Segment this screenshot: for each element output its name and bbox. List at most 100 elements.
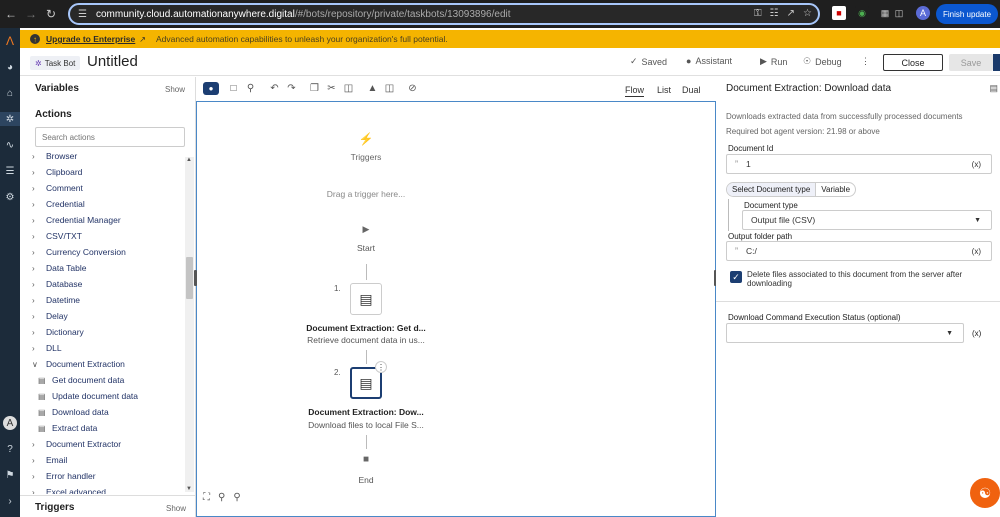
action-category[interactable]: › Credential Manager	[32, 213, 121, 227]
debug-button[interactable]: ☉ Debug	[803, 56, 842, 67]
scroll-down-icon[interactable]: ▼	[186, 486, 192, 492]
insert-variable-icon[interactable]: (x)	[972, 247, 981, 256]
sidebar-icon[interactable]: ◫	[892, 6, 906, 20]
address-bar[interactable]: ☰ community.cloud.automationanywhere.dig…	[68, 3, 820, 25]
triggers-show-link[interactable]: Show	[166, 504, 186, 513]
upgrade-link[interactable]: Upgrade to Enterprise	[46, 34, 135, 44]
automation-icon[interactable]: ✲	[0, 112, 20, 126]
action-sub-item[interactable]: ▤ Extract data	[38, 421, 97, 435]
action-category[interactable]: › Credential	[32, 197, 85, 211]
explore-icon[interactable]: ◕	[3, 60, 17, 74]
action-category[interactable]: › Email	[32, 453, 67, 467]
get-document-data-node[interactable]: ▤	[350, 283, 382, 315]
action-category[interactable]: › Data Table	[32, 261, 86, 275]
translate-icon[interactable]: ☷	[770, 8, 779, 19]
tab-dual[interactable]: Dual	[682, 85, 701, 95]
search-icon[interactable]: ⚲	[244, 82, 257, 95]
password-key-icon[interactable]: ⚿	[754, 8, 762, 19]
record-icon[interactable]: ●	[203, 82, 219, 95]
node-menu-icon[interactable]: ⋮	[375, 361, 387, 373]
zoom-out-icon[interactable]: ⚲	[233, 492, 240, 503]
action-category[interactable]: › DLL	[32, 341, 62, 355]
paste-icon[interactable]: ◫	[342, 82, 355, 95]
search-actions-input[interactable]	[35, 127, 185, 147]
manage-icon[interactable]: ☰	[3, 164, 17, 178]
save-button[interactable]: Save	[949, 54, 993, 71]
fit-screen-icon[interactable]: ⛶	[203, 492, 210, 503]
document-type-select[interactable]: Output file (CSV) ▼	[742, 210, 992, 230]
extensions-puzzle-icon[interactable]: ▦	[878, 6, 892, 20]
document-id-field[interactable]: ” 1 (x)	[726, 154, 992, 174]
finish-update-button[interactable]: Finish update	[936, 4, 998, 24]
bot-assistant-fab-icon[interactable]: ☯	[970, 478, 1000, 508]
action-category[interactable]: › Error handler	[32, 469, 96, 483]
save-dropdown-button[interactable]	[993, 54, 1000, 71]
extension-icon[interactable]: ■	[832, 6, 846, 20]
action-category[interactable]: › Dictionary	[32, 325, 84, 339]
left-splitter-handle[interactable]	[194, 270, 197, 286]
action-category[interactable]: › Document Extractor	[32, 437, 121, 451]
assistant-button[interactable]: ● Assistant	[686, 56, 732, 66]
delete-files-checkbox[interactable]: ✓	[730, 271, 742, 283]
enable-icon[interactable]: ▲	[366, 82, 379, 95]
bookmark-star-icon[interactable]: ☆	[803, 8, 812, 19]
reload-icon[interactable]: ↻	[42, 5, 60, 23]
back-icon[interactable]: ←	[2, 5, 20, 23]
action-category[interactable]: › Datetime	[32, 293, 80, 307]
action-category[interactable]: › Clipboard	[32, 165, 82, 179]
site-info-icon[interactable]: ☰	[78, 9, 87, 20]
settings-gear-icon[interactable]: ⚙	[3, 190, 17, 204]
user-avatar[interactable]: A	[3, 416, 17, 430]
expand-rail-icon[interactable]: ›	[3, 494, 17, 508]
run-button[interactable]: ▶ Run	[760, 56, 787, 67]
triggers-heading[interactable]: Triggers	[35, 502, 74, 513]
activity-icon[interactable]: ∿	[3, 138, 17, 152]
aa-logo-icon[interactable]: Λ	[3, 34, 17, 48]
documentation-icon[interactable]: ▤	[989, 83, 998, 94]
bot-title[interactable]: Untitled	[87, 53, 138, 70]
undo-icon[interactable]: ↶	[268, 82, 281, 95]
action-category[interactable]: › Currency Conversion	[32, 245, 126, 259]
forward-icon[interactable]: →	[22, 5, 40, 23]
actions-scrollbar[interactable]: ▲ ▼	[185, 157, 194, 492]
action-category[interactable]: ∨ Document Extraction	[32, 357, 125, 371]
tab-flow[interactable]: Flow	[625, 85, 645, 97]
output-folder-field[interactable]: ” C:/ (x)	[726, 241, 992, 261]
action-category[interactable]: › CSV/TXT	[32, 229, 82, 243]
close-button[interactable]: Close	[883, 54, 943, 71]
scrollbar-thumb[interactable]	[186, 257, 193, 299]
select-document-type-option[interactable]: Select Document type	[727, 183, 817, 196]
home-icon[interactable]: ⌂	[3, 86, 17, 100]
share-icon[interactable]: ↗	[787, 8, 795, 19]
more-options-icon[interactable]: ⋮	[861, 56, 870, 67]
status-variable-select[interactable]: ▼	[726, 323, 964, 343]
action-category[interactable]: › Comment	[32, 181, 83, 195]
variables-show-link[interactable]: Show	[165, 85, 185, 94]
action-category[interactable]: › Browser	[32, 153, 77, 163]
notification-icon[interactable]: ⚑	[3, 468, 17, 482]
action-sub-item[interactable]: ▤ Get document data	[38, 373, 124, 387]
copy-icon[interactable]: ❐	[308, 82, 321, 95]
disable-icon[interactable]: ⊘	[406, 82, 419, 95]
create-variable-icon[interactable]: (x)	[972, 329, 981, 338]
select-icon[interactable]: □	[227, 82, 240, 95]
zoom-in-icon[interactable]: ⚲	[218, 492, 225, 503]
action-sub-item[interactable]: ▤ Download data	[38, 405, 109, 419]
action-sub-item[interactable]: ▤ Update document data	[38, 389, 138, 403]
redo-icon[interactable]: ↷	[285, 82, 298, 95]
help-icon[interactable]: ?	[3, 442, 17, 456]
delete-icon[interactable]: ◫	[383, 82, 396, 95]
tab-list[interactable]: List	[657, 85, 671, 95]
cut-icon[interactable]: ✂	[325, 82, 338, 95]
action-category[interactable]: › Database	[32, 277, 82, 291]
action-category[interactable]: › Excel advanced	[32, 485, 106, 494]
flow-canvas[interactable]: ⚡ Triggers Drag a trigger here... ▶ Star…	[196, 101, 716, 517]
drag-trigger-hint[interactable]: Drag a trigger here...	[266, 189, 466, 199]
variables-heading[interactable]: Variables	[35, 83, 79, 94]
insert-variable-icon[interactable]: (x)	[972, 160, 981, 169]
extension-green-icon[interactable]: ◉	[855, 6, 869, 20]
action-category[interactable]: › Delay	[32, 309, 68, 323]
variable-option[interactable]: Variable	[816, 183, 855, 196]
scroll-up-icon[interactable]: ▲	[186, 157, 192, 163]
profile-avatar[interactable]: A	[916, 6, 930, 20]
